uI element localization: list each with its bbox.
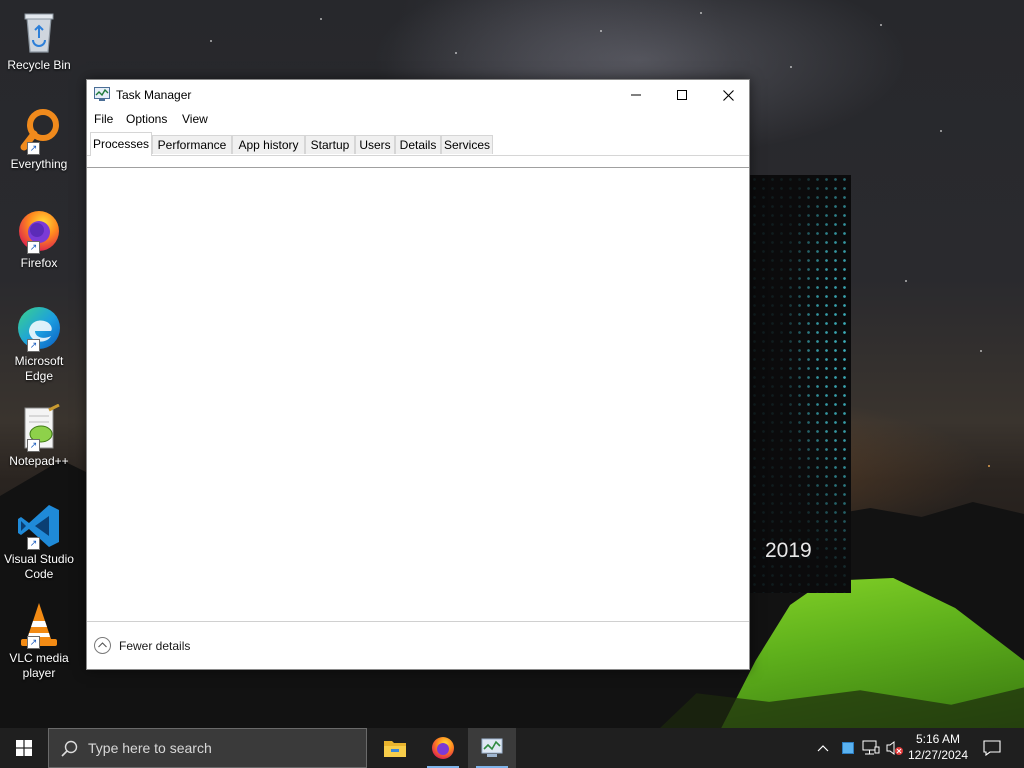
network-button[interactable] xyxy=(860,728,882,768)
star xyxy=(790,66,792,68)
tab-strip: Processes Performance App history Startu… xyxy=(87,132,749,156)
shortcut-arrow-icon: ↗ xyxy=(27,439,40,452)
window-title: Task Manager xyxy=(116,88,192,102)
desktop-icon-label: Visual Studio Code xyxy=(4,552,74,581)
fewer-details-link[interactable]: Fewer details xyxy=(119,639,190,653)
desktop-icon-visual-studio-code[interactable]: ↗ Visual Studio Code xyxy=(2,502,76,582)
star xyxy=(320,18,322,20)
tray-app-icon xyxy=(842,742,854,754)
tab-processes[interactable]: Processes xyxy=(90,132,152,156)
tab-services[interactable]: Services xyxy=(441,135,493,154)
star xyxy=(905,280,907,282)
chevron-up-icon[interactable] xyxy=(94,637,111,654)
star xyxy=(880,24,882,26)
tray-app-button[interactable] xyxy=(838,728,858,768)
task-manager-icon xyxy=(481,738,503,757)
tab-app-history[interactable]: App history xyxy=(232,135,305,154)
taskbar: Type here to search 5:16 AM 12/27/2024 xyxy=(0,728,1024,768)
processes-panel[interactable] xyxy=(87,168,749,621)
file-explorer-icon xyxy=(384,741,406,757)
vlc-icon: ↗ xyxy=(15,601,63,649)
star xyxy=(980,350,982,352)
vscode-icon: ↗ xyxy=(15,502,63,550)
close-icon xyxy=(722,89,734,101)
menu-options[interactable]: Options xyxy=(126,112,167,126)
wallpaper-year: 2019 xyxy=(765,539,812,562)
star xyxy=(700,12,702,14)
shortcut-arrow-icon: ↗ xyxy=(27,339,40,352)
desktop-icon-firefox[interactable]: ↗ Firefox xyxy=(2,206,76,271)
star xyxy=(940,130,942,132)
desktop-icon-label: VLC media player xyxy=(9,651,69,680)
volume-button[interactable] xyxy=(884,728,906,768)
clock-date: 12/27/2024 xyxy=(907,748,969,762)
desktop-icon-vlc-media-player[interactable]: ↗ VLC media player xyxy=(2,601,76,681)
star xyxy=(600,30,602,32)
menu-view[interactable]: View xyxy=(182,112,208,126)
star xyxy=(210,40,212,42)
tab-users[interactable]: Users xyxy=(355,135,395,154)
minimize-button[interactable] xyxy=(613,80,659,110)
recycle-bin-icon xyxy=(15,8,63,56)
firefox-icon: ↗ xyxy=(15,206,63,254)
search-icon xyxy=(61,740,78,757)
show-hidden-icons-button[interactable] xyxy=(812,728,834,768)
taskbar-task-manager[interactable] xyxy=(468,728,516,768)
minimize-icon xyxy=(631,94,641,96)
menu-file[interactable]: File xyxy=(94,112,113,126)
taskbar-firefox[interactable] xyxy=(419,728,467,768)
task-manager-icon xyxy=(94,87,110,102)
tab-startup[interactable]: Startup xyxy=(305,135,355,154)
notification-icon xyxy=(983,740,1001,756)
network-icon xyxy=(862,740,880,755)
shortcut-arrow-icon: ↗ xyxy=(27,142,40,155)
start-button[interactable] xyxy=(0,728,48,768)
star xyxy=(455,52,457,54)
desktop-icon-label: Notepad++ xyxy=(9,454,69,468)
clock-time: 5:16 AM xyxy=(915,732,961,746)
windows-logo-icon xyxy=(16,740,32,756)
maximize-icon xyxy=(677,90,687,100)
desktop-icon-label: Microsoft Edge xyxy=(14,354,64,383)
shortcut-arrow-icon: ↗ xyxy=(27,636,40,649)
tab-performance[interactable]: Performance xyxy=(152,135,232,154)
desktop-icon-recycle-bin[interactable]: Recycle Bin xyxy=(2,8,76,73)
wallpaper-banner xyxy=(750,175,851,593)
shortcut-arrow-icon: ↗ xyxy=(27,537,40,550)
menu-bar: File Options View xyxy=(87,110,749,130)
taskbar-file-explorer[interactable] xyxy=(371,728,419,768)
everything-search-icon: ↗ xyxy=(15,107,63,155)
action-center-button[interactable] xyxy=(972,728,1012,768)
firefox-icon xyxy=(432,737,454,759)
maximize-button[interactable] xyxy=(659,80,705,110)
desktop-icon-label: Recycle Bin xyxy=(7,58,71,72)
edge-icon: ↗ xyxy=(15,304,63,352)
taskbar-clock[interactable]: 5:16 AM 12/27/2024 xyxy=(904,731,972,763)
task-manager-window[interactable]: Task Manager File Options View Processes… xyxy=(86,79,750,670)
desktop-icon-everything[interactable]: ↗ Everything xyxy=(2,107,76,172)
search-placeholder: Type here to search xyxy=(88,740,212,756)
footer-bar: Fewer details xyxy=(87,621,749,670)
close-button[interactable] xyxy=(705,80,751,110)
notepad-plus-plus-icon: ↗ xyxy=(15,403,63,452)
taskbar-search-box[interactable]: Type here to search xyxy=(48,728,367,768)
desktop-icon-label: Firefox xyxy=(20,256,58,270)
tab-details[interactable]: Details xyxy=(395,135,441,154)
title-bar[interactable]: Task Manager xyxy=(87,80,749,110)
desktop-icon-notepad-plus-plus[interactable]: ↗ Notepad++ xyxy=(2,403,76,469)
shortcut-arrow-icon: ↗ xyxy=(27,241,40,254)
star xyxy=(988,465,990,467)
desktop-icon-label: Everything xyxy=(10,157,68,171)
desktop-icon-microsoft-edge[interactable]: ↗ Microsoft Edge xyxy=(2,304,76,384)
volume-muted-icon xyxy=(886,741,903,755)
chevron-up-icon xyxy=(817,745,829,752)
